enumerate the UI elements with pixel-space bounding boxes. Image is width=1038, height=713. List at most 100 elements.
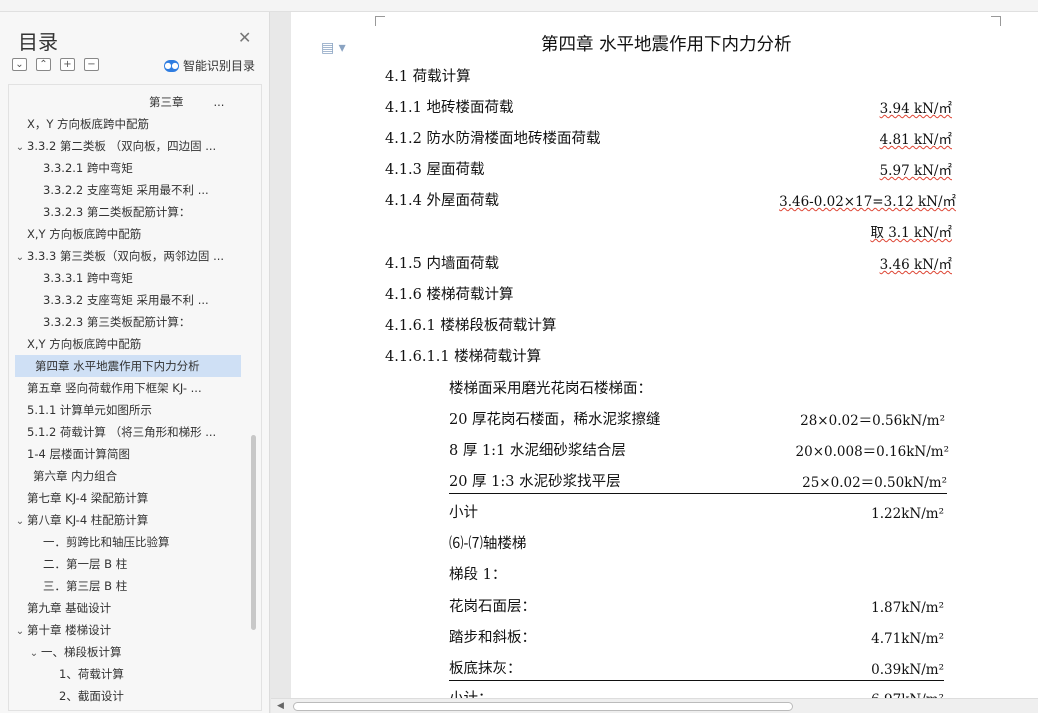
doc-text-line: ⑹-⑺轴楼梯 [449, 536, 527, 552]
toc-item[interactable]: 1-4 层楼面计算简图 [9, 443, 239, 465]
toc-item[interactable]: 3.3.2.2 支座弯矩 采用最不利 ... [9, 179, 239, 201]
chevron-down-icon[interactable]: ⌄ [13, 511, 27, 531]
toc-item-label: X，Y 方向板底跨中配筋 [27, 117, 150, 131]
toc-item[interactable]: 3.3.3.2 支座弯矩 采用最不利 ... [9, 289, 239, 311]
toc-item[interactable]: X，Y 方向板底跨中配筋 [9, 113, 239, 135]
doc-text-line: 4.1.2 防水防滑楼面地砖楼面荷载 [385, 131, 601, 147]
toc-item-label: 3.3.2.1 跨中弯矩 [43, 161, 133, 175]
toc-title: 目录 [18, 30, 58, 54]
toc-item-label: 二．第一层 B 柱 [43, 557, 128, 571]
toc-sidebar: 目录 ✕ ⌄ ⌃ + − ●● 智能识别目录 第三章... X，Y 方向板底跨中配… [0, 12, 270, 713]
toc-toolbar: ⌄ ⌃ + − [12, 58, 99, 71]
toc-item-label: 第六章 内力组合 [33, 469, 118, 483]
toc-item-label: 1-4 层楼面计算简图 [27, 447, 130, 461]
expand-up-icon[interactable]: ⌃ [36, 58, 51, 71]
toc-item[interactable]: 第九章 基础设计 [9, 597, 239, 619]
toc-item-label: 5.1.2 荷载计算 （将三角形和梯形 ... [27, 425, 217, 439]
doc-text-line: 4.1.3 屋面荷载 [385, 162, 485, 178]
add-heading-icon[interactable]: + [60, 58, 75, 71]
toc-item[interactable]: 5.1.1 计算单元如图所示 [9, 399, 239, 421]
remove-heading-icon[interactable]: − [84, 58, 99, 71]
doc-value: 1.87kN/m² [871, 600, 944, 616]
doc-text-line: 楼梯面采用磨光花岗石楼梯面： [449, 381, 652, 397]
toc-item[interactable]: 5.1.2 荷载计算 （将三角形和梯形 ... [9, 421, 239, 443]
toc-item[interactable]: X,Y 方向板底跨中配筋 [9, 223, 239, 245]
scroll-left-icon[interactable]: ◀ [277, 701, 284, 711]
toc-item-label: 第八章 KJ-4 柱配筋计算 [27, 513, 149, 527]
toc-item-label: 3.3.2.2 支座弯矩 采用最不利 ... [43, 183, 209, 197]
toc-item[interactable]: 第六章 内力组合 [9, 465, 239, 487]
document-page[interactable]: ▤ ▾ 第四章 水平地震作用下内力分析 4.1 荷载计算 4.1.1 地砖楼面荷载… [291, 12, 1038, 708]
scrollbar-thumb[interactable] [293, 702, 793, 711]
doc-text-line: 梯段 1： [449, 567, 507, 583]
toc-item[interactable]: 一．剪跨比和轴压比验算 [9, 531, 239, 553]
chevron-down-icon[interactable]: ⌄ [13, 137, 27, 157]
toc-item[interactable]: 第七章 KJ-4 梁配筋计算 [9, 487, 239, 509]
doc-value: 25×0.02＝0.50kN/m² [802, 475, 947, 491]
toc-item-label: 3.3.2.3 第二类板配筋计算： [43, 205, 191, 219]
toc-item-label: 第九章 基础设计 [27, 601, 112, 615]
chapter-title: 第四章 水平地震作用下内力分析 [541, 35, 792, 55]
toc-item[interactable]: ⌄ 一、梯段板计算 [9, 641, 239, 663]
doc-value: 取 3.1 kN/㎡ [870, 225, 952, 241]
doc-text-line: 8 厚 1:1 水泥细砂浆结合层 [449, 443, 626, 459]
toc-item-more: ... [213, 95, 225, 109]
doc-text-line: 4.1.1 地砖楼面荷载 [385, 100, 514, 116]
toc-item[interactable]: 1、荷载计算 [9, 663, 239, 685]
ai-icon: ●● [164, 59, 179, 72]
toc-item[interactable]: ⌄ 第十章 楼梯设计 [9, 619, 239, 641]
doc-text-line: 4.1.6.1 楼梯段板荷载计算 [385, 318, 557, 334]
doc-text-line: 4.1 荷载计算 [385, 69, 471, 85]
toc-item-label: 一、梯段板计算 [41, 645, 122, 659]
doc-text-line: 20 厚花岗石楼面，稀水泥浆擦缝 [449, 412, 661, 428]
toc-item-label: 5.1.1 计算单元如图所示 [27, 403, 152, 417]
toc-item-label: 3.3.2.3 第三类板配筋计算： [43, 315, 191, 329]
toc-item[interactable]: ⌄ 3.3.3 第三类板（双向板，两邻边固 ... [9, 245, 239, 267]
toc-item[interactable]: 第五章 竖向荷载作用下框架 KJ- ... [9, 377, 239, 399]
toc-list: 第三章... X，Y 方向板底跨中配筋 ⌄ 3.3.2 第二类板 （双向板，四边固 .… [8, 84, 262, 711]
close-icon[interactable]: ✕ [238, 28, 251, 47]
toc-item-label: 一．剪跨比和轴压比验算 [43, 535, 170, 549]
toc-item[interactable]: 3.3.2.1 跨中弯矩 [9, 157, 239, 179]
toc-item[interactable]: 2、截面设计 [9, 685, 239, 707]
document-area: ▤ ▾ 第四章 水平地震作用下内力分析 4.1 荷载计算 4.1.1 地砖楼面荷载… [271, 12, 1038, 708]
doc-value: 28×0.02＝0.56kN/m² [800, 413, 945, 429]
chevron-down-icon[interactable]: ⌄ [13, 247, 27, 267]
doc-text-line: 4.1.6.1.1 楼梯荷载计算 [385, 349, 542, 365]
toc-item-label: 3.3.3.2 支座弯矩 采用最不利 ... [43, 293, 209, 307]
doc-text-line: 板底抹灰： [449, 661, 522, 677]
toc-item[interactable]: ⌄ 第八章 KJ-4 柱配筋计算 [9, 509, 239, 531]
toc-item-label: X,Y 方向板底跨中配筋 [27, 337, 142, 351]
chevron-down-icon[interactable]: ⌄ [27, 643, 41, 663]
document-icon[interactable]: ▤ ▾ [321, 40, 346, 56]
doc-text-line: 4.1.6 楼梯荷载计算 [385, 287, 514, 303]
toc-item-label: 第四章 水平地震作用下内力分析 [35, 359, 200, 373]
toc-item[interactable]: 3.3.2.3 第三类板配筋计算： [9, 311, 239, 333]
toc-item-label: 3.3.3.1 跨中弯矩 [43, 271, 133, 285]
toc-scrollbar[interactable] [251, 435, 256, 630]
page-corner-mark [991, 16, 1001, 26]
doc-text-line: 小计 [449, 505, 478, 521]
doc-value: 1.22kN/m² [871, 506, 944, 522]
toc-item-label: 3.3.3 第三类板（双向板，两邻边固 ... [27, 249, 225, 263]
toc-item[interactable]: 二．第一层 B 柱 [9, 553, 239, 575]
doc-value: 3.46 kN/㎡ [879, 257, 952, 273]
toc-item-label: 第五章 竖向荷载作用下框架 KJ- ... [27, 381, 202, 395]
horizontal-scrollbar[interactable]: ◀ [271, 698, 1038, 713]
smart-toc-label: 智能识别目录 [183, 59, 256, 73]
toc-item[interactable]: 第三章... [9, 91, 239, 113]
page-corner-mark [375, 16, 385, 26]
doc-value: 3.46-0.02×17=3.12 kN/㎡ [779, 194, 956, 210]
toc-item[interactable]: 三．第三层 B 柱 [9, 575, 239, 597]
doc-text-line: 20 厚 1:3 水泥砂浆找平层 [449, 474, 621, 490]
toc-item[interactable]: 第四章 水平地震作用下内力分析 [15, 355, 241, 377]
chevron-down-icon[interactable]: ⌄ [13, 621, 27, 641]
collapse-all-icon[interactable]: ⌄ [12, 58, 27, 71]
toc-item[interactable]: X,Y 方向板底跨中配筋 [9, 333, 239, 355]
underline-rule [449, 493, 947, 494]
smart-toc-button[interactable]: ●● 智能识别目录 [164, 57, 255, 74]
doc-value: 20×0.008＝0.16kN/m² [795, 444, 949, 460]
toc-item[interactable]: 3.3.3.1 跨中弯矩 [9, 267, 239, 289]
toc-item[interactable]: ⌄ 3.3.2 第二类板 （双向板，四边固 ... [9, 135, 239, 157]
toc-item[interactable]: 3.3.2.3 第二类板配筋计算： [9, 201, 239, 223]
